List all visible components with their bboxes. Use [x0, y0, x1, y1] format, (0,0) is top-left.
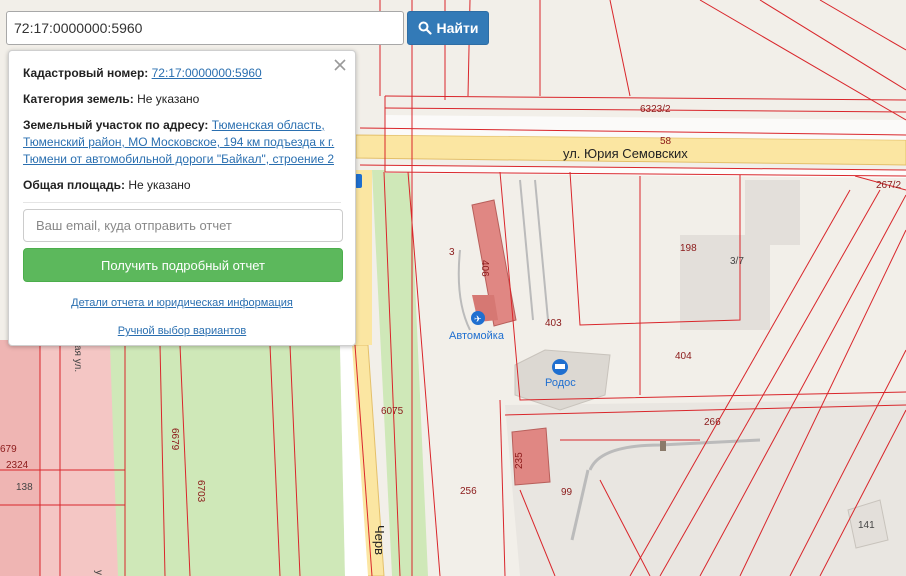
green-area: [110, 345, 345, 576]
svg-text:3: 3: [449, 247, 455, 258]
svg-text:6323/2: 6323/2: [640, 104, 671, 115]
report-details-link[interactable]: Детали отчета и юридическая информация: [23, 297, 341, 309]
svg-text:58: 58: [660, 136, 672, 147]
cadastral-number-link[interactable]: 72:17:0000000:5960: [152, 66, 262, 80]
street-label: ул. Юрия Семовских: [563, 146, 688, 161]
search-input[interactable]: [6, 11, 404, 45]
area-label: Общая площадь:: [23, 178, 126, 192]
close-icon[interactable]: [332, 57, 348, 73]
side-street-label: Черв: [372, 525, 387, 555]
email-input[interactable]: [23, 209, 343, 242]
category-row: Категория земель: Не указано: [23, 91, 341, 108]
svg-text:138: 138: [16, 482, 33, 493]
svg-text:235: 235: [514, 452, 525, 469]
get-report-button[interactable]: Получить подробный отчет: [23, 248, 343, 282]
svg-text:Родос: Родос: [545, 377, 576, 389]
svg-text:99: 99: [561, 487, 573, 498]
svg-text:266: 266: [704, 417, 721, 428]
svg-text:403: 403: [545, 318, 562, 329]
svg-text:406: 406: [479, 260, 490, 277]
search-button-label: Найти: [436, 20, 479, 36]
pin-icon: [660, 441, 666, 451]
side-street-label-3: у: [93, 570, 104, 575]
svg-text:6703: 6703: [195, 480, 206, 503]
svg-text:679: 679: [0, 444, 17, 455]
address-row: Земельный участок по адресу: Тюменская о…: [23, 117, 341, 168]
svg-text:267/2: 267/2: [876, 180, 901, 191]
search-bar: Найти: [6, 11, 489, 45]
cadastral-label: Кадастровый номер:: [23, 66, 149, 80]
category-label: Категория земель:: [23, 92, 134, 106]
svg-text:141: 141: [858, 520, 875, 531]
svg-text:198: 198: [680, 243, 697, 254]
svg-text:✈: ✈: [474, 314, 482, 324]
area-value: Не указано: [128, 178, 191, 192]
svg-text:2324: 2324: [6, 460, 29, 471]
search-button[interactable]: Найти: [407, 11, 489, 45]
parcel-info-popup: Кадастровый номер: 72:17:0000000:5960 Ка…: [8, 50, 356, 346]
map-marker-icon[interactable]: [355, 174, 362, 188]
svg-text:6679: 6679: [169, 428, 180, 451]
svg-text:Автомойка: Автомойка: [449, 330, 505, 342]
category-value: Не указано: [137, 92, 200, 106]
address-label: Земельный участок по адресу:: [23, 118, 209, 132]
svg-text:256: 256: [460, 486, 477, 497]
area-row: Общая площадь: Не указано: [23, 177, 341, 194]
popup-divider: [23, 202, 341, 203]
cadastral-row: Кадастровый номер: 72:17:0000000:5960: [23, 65, 341, 82]
svg-text:3/7: 3/7: [730, 256, 744, 267]
svg-text:404: 404: [675, 351, 692, 362]
manual-selection-link[interactable]: Ручной выбор вариантов: [23, 325, 341, 337]
side-street-label-2: ая ул.: [72, 345, 83, 372]
svg-text:6075: 6075: [381, 406, 404, 417]
search-icon: [418, 21, 432, 35]
